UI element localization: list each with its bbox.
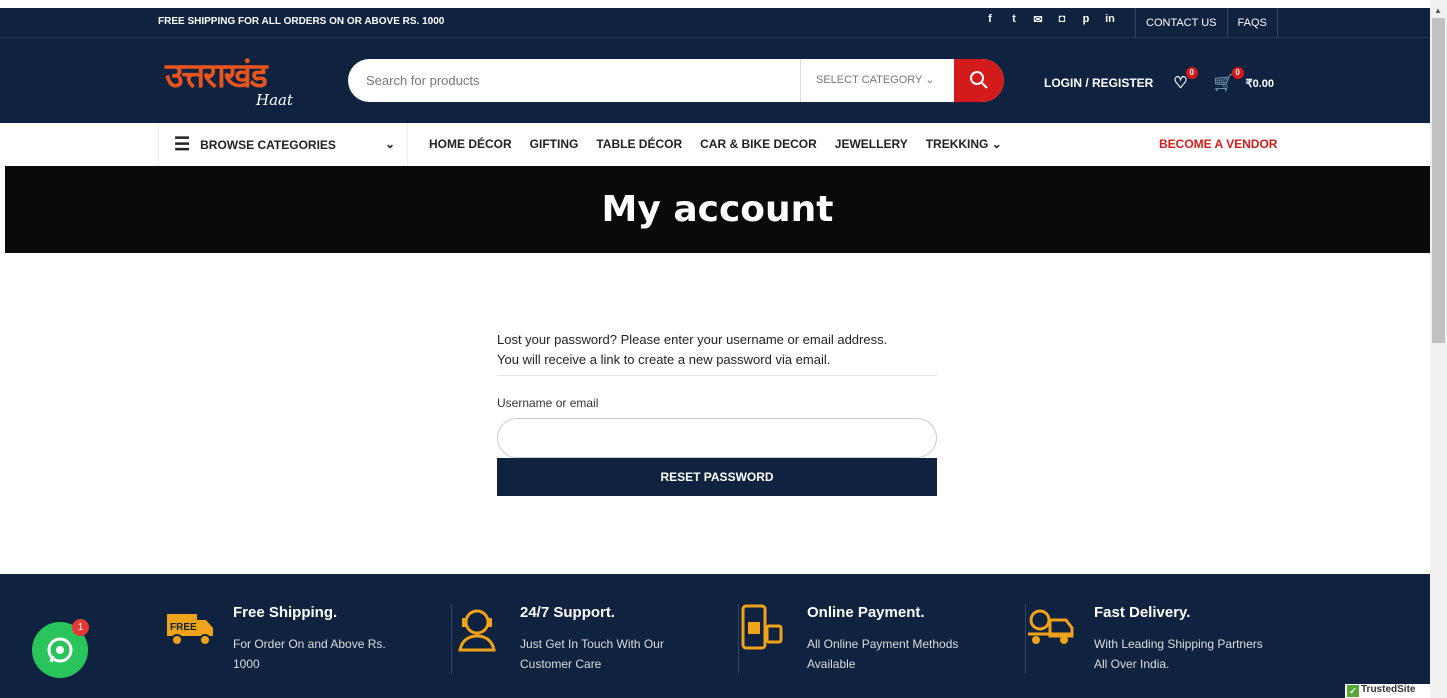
nav-home-decor[interactable]: HOME DÉCOR: [429, 137, 512, 151]
email-icon[interactable]: ✉: [1032, 13, 1044, 26]
feature-title: Fast Delivery.: [1094, 604, 1191, 621]
contact-us-link[interactable]: CONTACT US: [1135, 8, 1227, 38]
trusted-site-badge[interactable]: ✓ TrustedSite: [1345, 684, 1430, 698]
nav-jewellery[interactable]: JEWELLERY: [835, 137, 908, 151]
feature-desc: With Leading Shipping Partners All Over …: [1094, 637, 1263, 671]
feature-support: 24/7 Support. Just Get In Touch With Our…: [452, 604, 739, 674]
faqs-link[interactable]: FAQS: [1226, 8, 1278, 38]
feature-desc: For Order On and Above Rs. 1000: [233, 637, 386, 671]
nav-car-bike-decor[interactable]: CAR & BIKE DECOR: [700, 137, 817, 151]
feature-fast-delivery: Fast Delivery. With Leading Shipping Par…: [1026, 604, 1313, 674]
scrollbar-thumb[interactable]: [1432, 18, 1445, 343]
whatsapp-badge: 1: [72, 619, 89, 636]
facebook-icon[interactable]: f: [984, 13, 996, 26]
divider: [497, 375, 937, 376]
become-vendor-link[interactable]: BECOME A VENDOR: [1159, 137, 1277, 151]
instagram-icon[interactable]: ◘: [1056, 13, 1068, 26]
support-icon: [458, 609, 496, 652]
cart-button[interactable]: 🛒 0: [1213, 67, 1244, 93]
nav-links: HOME DÉCOR GIFTING TABLE DÉCOR CAR & BIK…: [429, 137, 1002, 151]
search-icon: [970, 71, 988, 89]
search-button[interactable]: [954, 59, 1004, 102]
twitter-icon[interactable]: t: [1008, 13, 1020, 26]
feature-title: Free Shipping.: [233, 604, 338, 621]
delivery-icon: [1028, 609, 1074, 644]
scrollbar[interactable]: ▲: [1430, 0, 1447, 698]
login-register-link[interactable]: LOGIN / REGISTER: [1044, 76, 1153, 90]
cart-count: 0: [1231, 67, 1244, 79]
linkedin-icon[interactable]: in: [1104, 13, 1116, 26]
feature-free-shipping: FREE Free Shipping. For Order On and Abo…: [165, 604, 452, 674]
truck-icon: FREE: [167, 614, 213, 646]
cart-total[interactable]: ₹0.00: [1246, 77, 1274, 90]
chevron-down-icon: ⌄: [384, 137, 395, 151]
search-bar: Search for products SELECT CATEGORY ⌄: [348, 59, 1004, 102]
feature-desc: All Online Payment Methods Available: [807, 637, 959, 671]
cart-icon: 🛒: [1213, 75, 1234, 92]
wishlist-count: 0: [1185, 67, 1198, 79]
feature-desc: Just Get In Touch With Our Customer Care: [520, 637, 664, 671]
logo[interactable]: उत्तराखंड Haat: [160, 43, 310, 119]
logo-sub: Haat: [256, 91, 293, 109]
menu-icon: ☰: [174, 134, 191, 154]
search-input[interactable]: Search for products: [366, 73, 479, 88]
form-intro-line-1: Lost your password? Please enter your us…: [497, 332, 888, 347]
logo-main: उत्तराखंड: [165, 56, 268, 96]
heart-icon: ♡: [1173, 75, 1188, 92]
trusted-site-label: TrustedSite: [1361, 684, 1416, 695]
nav-gifting[interactable]: GIFTING: [530, 137, 579, 151]
nav-trekking[interactable]: TREKKING ⌄: [926, 137, 1002, 151]
whatsapp-icon: [47, 637, 73, 663]
pinterest-icon[interactable]: p: [1080, 13, 1092, 26]
check-icon: ✓: [1347, 685, 1359, 697]
reset-password-button[interactable]: RESET PASSWORD: [497, 458, 937, 496]
form-intro-line-2: You will receive a link to create a new …: [497, 352, 831, 367]
nav-table-decor[interactable]: TABLE DÉCOR: [596, 137, 682, 151]
social-links: f t ✉ ◘ p in: [984, 13, 1116, 26]
payment-icon: [741, 604, 783, 650]
header-actions: LOGIN / REGISTER ♡ 0 🛒 0 ₹0.00: [1044, 67, 1274, 93]
username-email-field[interactable]: [497, 418, 937, 458]
browse-categories[interactable]: ☰ BROWSE CATEGORIES ⌄: [158, 123, 408, 166]
browse-label: BROWSE CATEGORIES: [200, 137, 336, 152]
page-title: My account: [601, 189, 834, 230]
wishlist-button[interactable]: ♡ 0: [1173, 67, 1198, 93]
header: उत्तराखंड Haat Search for products SELEC…: [0, 38, 1430, 123]
top-links: CONTACT US FAQS: [1135, 8, 1278, 38]
top-bar: FREE SHIPPING FOR ALL ORDERS ON OR ABOVE…: [0, 8, 1430, 38]
lost-password-form: Lost your password? Please enter your us…: [497, 330, 937, 496]
main-nav: ☰ BROWSE CATEGORIES ⌄ HOME DÉCOR GIFTING…: [0, 123, 1430, 166]
shipping-note: FREE SHIPPING FOR ALL ORDERS ON OR ABOVE…: [158, 16, 445, 27]
username-label: Username or email: [497, 396, 599, 410]
feature-title: Online Payment.: [807, 604, 925, 621]
page-hero: My account: [5, 166, 1430, 253]
svg-text:FREE: FREE: [170, 622, 197, 633]
feature-title: 24/7 Support.: [520, 604, 616, 621]
category-select[interactable]: SELECT CATEGORY ⌄: [800, 59, 952, 102]
scroll-up-icon[interactable]: ▲: [1434, 6, 1442, 15]
footer-features: FREE Free Shipping. For Order On and Abo…: [0, 574, 1430, 698]
feature-online-payment: Online Payment. All Online Payment Metho…: [739, 604, 1026, 674]
